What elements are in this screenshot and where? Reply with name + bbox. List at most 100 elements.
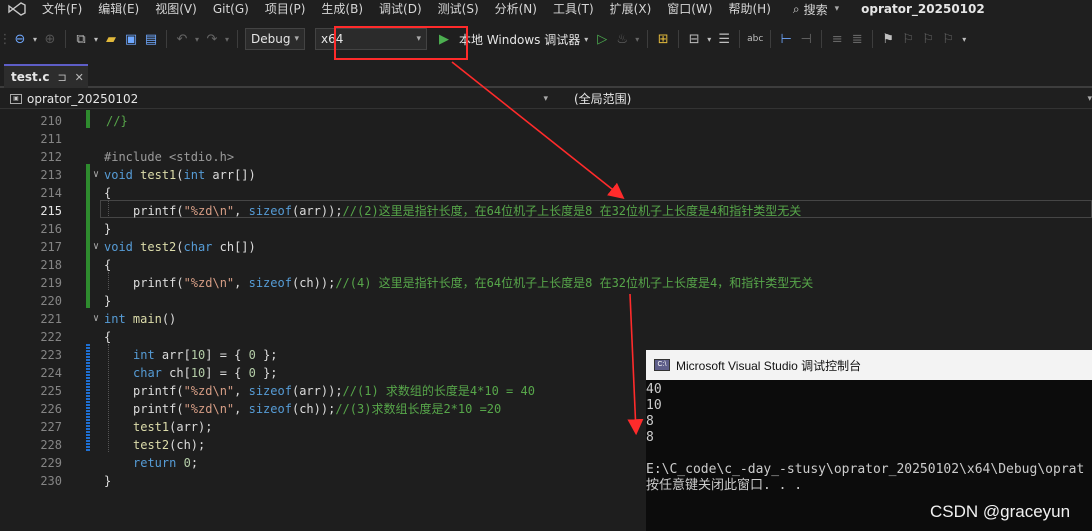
search-label: 搜索 [803,2,828,17]
debugger-dropdown-icon[interactable]: ▾ [580,28,592,50]
menu-debug[interactable]: 调试(D) [371,0,430,18]
console-line: 10 [646,398,662,413]
pin-icon[interactable]: ⊐ [57,71,66,84]
menu-bar: 文件(F) 编辑(E) 视图(V) Git(G) 项目(P) 生成(B) 调试(… [0,0,1092,18]
chevron-down-icon: ▾ [543,93,548,104]
prev-bookmark-icon[interactable]: ⚐ [898,28,918,50]
code-line: 217 ∨ void test2(char ch[]) [40,238,256,256]
toolbar-overflow-icon[interactable]: ▾ [958,28,970,50]
save-all-icon[interactable]: ▤ [141,28,161,50]
document-tab-bar: test.c ⊐ ✕ [0,64,1092,88]
code-line: 211 [40,132,62,146]
code-line: 212 #include <stdio.h> [40,150,235,164]
code-line: 214 { [40,186,112,200]
configuration-value: Debug [251,32,291,46]
console-icon: C:\ [654,359,670,371]
console-line: 8 [646,414,654,429]
menu-edit[interactable]: 编辑(E) [90,0,147,18]
chevron-down-icon: ▾ [1087,93,1092,104]
comment-icon[interactable]: ≡ [827,28,847,50]
start-without-debugging-icon[interactable]: ▷ [592,28,612,50]
clear-bookmarks-icon[interactable]: ⚐ [938,28,958,50]
platform-dropdown[interactable]: x64 ▾ [315,28,427,50]
menu-items: 文件(F) 编辑(E) 视图(V) Git(G) 项目(P) 生成(B) 调试(… [34,0,779,18]
redo-dropdown-icon[interactable]: ▾ [222,28,232,50]
search-button[interactable]: ⌕ 搜索 ▾ [793,1,839,18]
console-line: 8 [646,430,654,445]
hot-reload-icon[interactable]: ♨ [612,28,632,50]
console-title-bar[interactable]: C:\ Microsoft Visual Studio 调试控制台 [646,350,1092,380]
tab-label: test.c [11,70,50,84]
start-debugging-icon[interactable]: ▶ [435,28,453,50]
start-debugger-button[interactable]: 本地 Windows 调试器 [459,31,580,48]
fold-chevron-icon[interactable]: ∨ [93,166,99,184]
console-line: 40 [646,382,662,397]
menu-test[interactable]: 测试(S) [430,0,487,18]
layout-dropdown-icon[interactable]: ▾ [704,28,714,50]
chevron-down-icon: ▾ [294,34,299,44]
menu-project[interactable]: 项目(P) [257,0,314,18]
hot-reload-dropdown-icon[interactable]: ▾ [632,28,642,50]
toolbar: ⋮ ⊖ ▾ ⊕ ⧉ ▾ ▰ ▣ ▤ ↶ ▾ ↷ ▾ Debug ▾ x64 ▾ … [0,22,1092,56]
back-dropdown-icon[interactable]: ▾ [30,28,40,50]
spell-check-icon[interactable]: abc [745,28,765,50]
undo-icon[interactable]: ↶ [172,28,192,50]
menu-window[interactable]: 窗口(W) [659,0,720,18]
project-icon: ▣ [10,93,22,104]
new-project-icon[interactable]: ⧉ [71,28,91,50]
window-layout-icon[interactable]: ⊟ [684,28,704,50]
uncomment-icon[interactable]: ≣ [847,28,867,50]
redo-icon[interactable]: ↷ [202,28,222,50]
toolbar-grip-icon[interactable]: ⋮ [0,28,12,50]
code-line: 215 printf("%zd\n", sizeof(arr));//(2)这里… [40,204,802,218]
platform-value: x64 [321,32,344,46]
menu-extensions[interactable]: 扩展(X) [602,0,660,18]
menu-file[interactable]: 文件(F) [34,0,90,18]
format-icon[interactable]: ⊢ [776,28,796,50]
back-icon[interactable]: ⊖ [10,28,30,50]
save-icon[interactable]: ▣ [121,28,141,50]
fold-chevron-icon[interactable]: ∨ [93,310,99,328]
open-folder-icon[interactable]: ▰ [101,28,121,50]
bookmark-icon[interactable]: ⚑ [878,28,898,50]
menu-analyze[interactable]: 分析(N) [487,0,545,18]
code-line: 218 { [40,258,112,272]
watermark: CSDN @graceyun [930,502,1071,521]
menu-build[interactable]: 生成(B) [313,0,371,18]
tab-test-c[interactable]: test.c ⊐ ✕ [4,64,88,88]
code-line: 213 ∨ void test1(int arr[]) [40,166,256,184]
properties-icon[interactable]: ☰ [714,28,734,50]
scope-dropdown[interactable]: (全局范围) ▾ [552,89,1092,109]
code-line: 210 //} [40,114,128,128]
project-dropdown[interactable]: ▣ oprator_20250102 ▾ [0,89,552,109]
close-icon[interactable]: ✕ [75,71,84,84]
next-bookmark-icon[interactable]: ⚐ [918,28,938,50]
search-icon: ⌕ [792,1,800,16]
code-line: 219 printf("%zd\n", sizeof(ch));//(4) 这里… [40,276,814,290]
code-line: 216 } [40,222,112,236]
menu-git[interactable]: Git(G) [205,0,257,18]
forward-icon[interactable]: ⊕ [40,28,60,50]
code-line: 220 } [40,294,112,308]
menu-tools[interactable]: 工具(T) [545,0,602,18]
navigation-bar: ▣ oprator_20250102 ▾ (全局范围) ▾ [0,89,1092,109]
console-title: Microsoft Visual Studio 调试控制台 [676,358,862,373]
solution-explorer-icon[interactable]: ⊞ [653,28,673,50]
undo-dropdown-icon[interactable]: ▾ [192,28,202,50]
configuration-dropdown[interactable]: Debug ▾ [245,28,305,50]
window-title: oprator_20250102 [861,2,985,16]
menu-help[interactable]: 帮助(H) [721,0,779,18]
chevron-down-icon: ▾ [834,4,840,14]
visual-studio-logo-icon[interactable] [0,0,34,18]
menu-view[interactable]: 视图(V) [147,0,205,18]
new-dropdown-icon[interactable]: ▾ [91,28,101,50]
unformat-icon[interactable]: ⊣ [796,28,816,50]
code-line: 221 ∨ int main() [40,310,177,328]
code-line: 222 { [40,330,112,344]
console-line: 按任意键关闭此窗口. . . [646,478,803,493]
chevron-down-icon: ▾ [416,34,421,44]
project-name: oprator_20250102 [27,91,139,106]
scope-name: (全局范围) [574,92,632,106]
fold-chevron-icon[interactable]: ∨ [93,238,99,256]
console-line: E:\C_code\c_-day_-stusy\oprator_20250102… [646,462,1085,477]
